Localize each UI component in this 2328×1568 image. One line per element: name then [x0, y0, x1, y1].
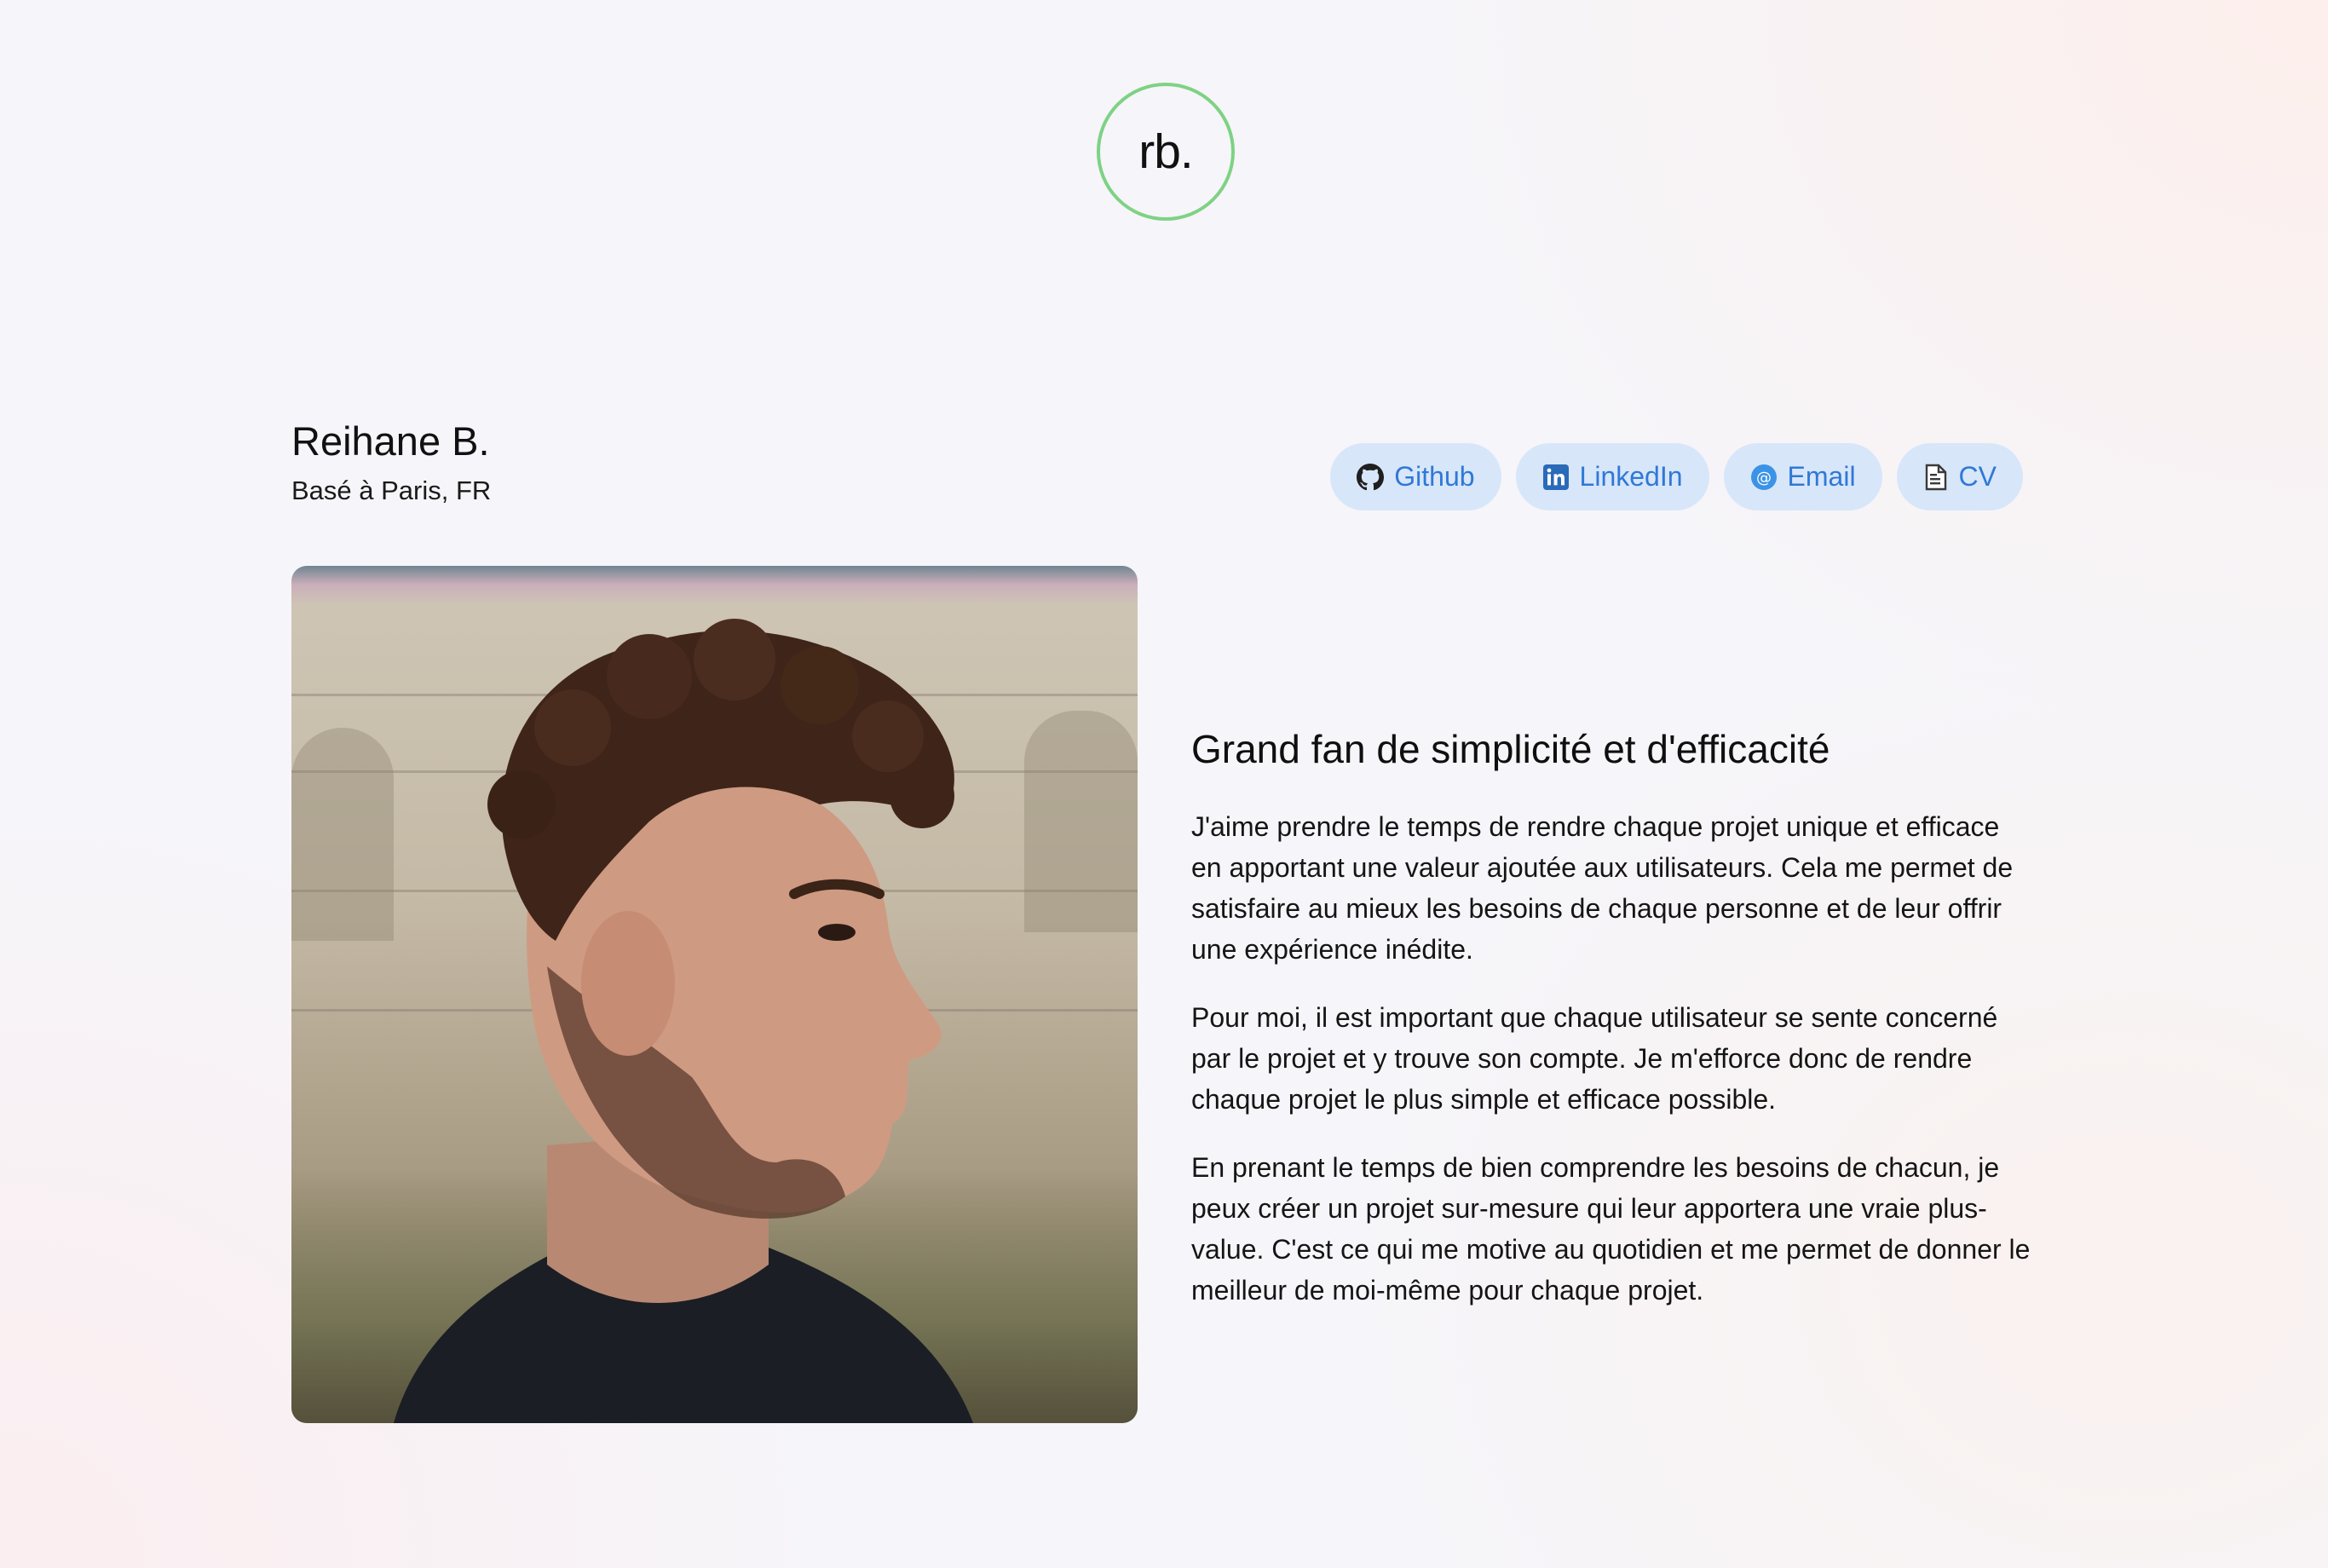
at-sign-icon: @ — [1750, 464, 1778, 491]
linkedin-icon — [1542, 464, 1570, 491]
email-link-button[interactable]: @ Email — [1723, 443, 1882, 510]
bio-paragraph: Pour moi, il est important que chaque ut… — [1191, 1002, 1998, 1115]
site-logo[interactable]: rb. — [1097, 83, 1235, 221]
email-link-label: Email — [1787, 461, 1856, 492]
github-icon — [1357, 463, 1385, 491]
logo-text: rb. — [1138, 124, 1194, 179]
cv-link-button[interactable]: CV — [1896, 443, 2023, 510]
svg-text:@: @ — [1756, 469, 1772, 487]
profile-photo — [291, 566, 1138, 1423]
github-link-button[interactable]: Github — [1330, 443, 1501, 510]
linkedin-link-label: LinkedIn — [1579, 461, 1683, 492]
about-bio: J'aime prendre le temps de rendre chaque… — [1191, 806, 2035, 1338]
profile-location: Basé à Paris, FR — [291, 476, 492, 505]
bio-paragraph: J'aime prendre le temps de rendre chaque… — [1191, 811, 2014, 965]
cv-link-label: CV — [1958, 461, 1997, 492]
bio-paragraph: En prenant le temps de bien comprendre l… — [1191, 1152, 2031, 1306]
about-headline: Grand fan de simplicité et d'efficacité — [1191, 727, 1830, 771]
github-link-label: Github — [1394, 461, 1475, 492]
social-links: Github LinkedIn @ Email CV — [1330, 443, 2023, 510]
linkedin-link-button[interactable]: LinkedIn — [1515, 443, 1709, 510]
profile-name: Reihane B. — [291, 418, 490, 464]
document-icon — [1923, 464, 1949, 491]
